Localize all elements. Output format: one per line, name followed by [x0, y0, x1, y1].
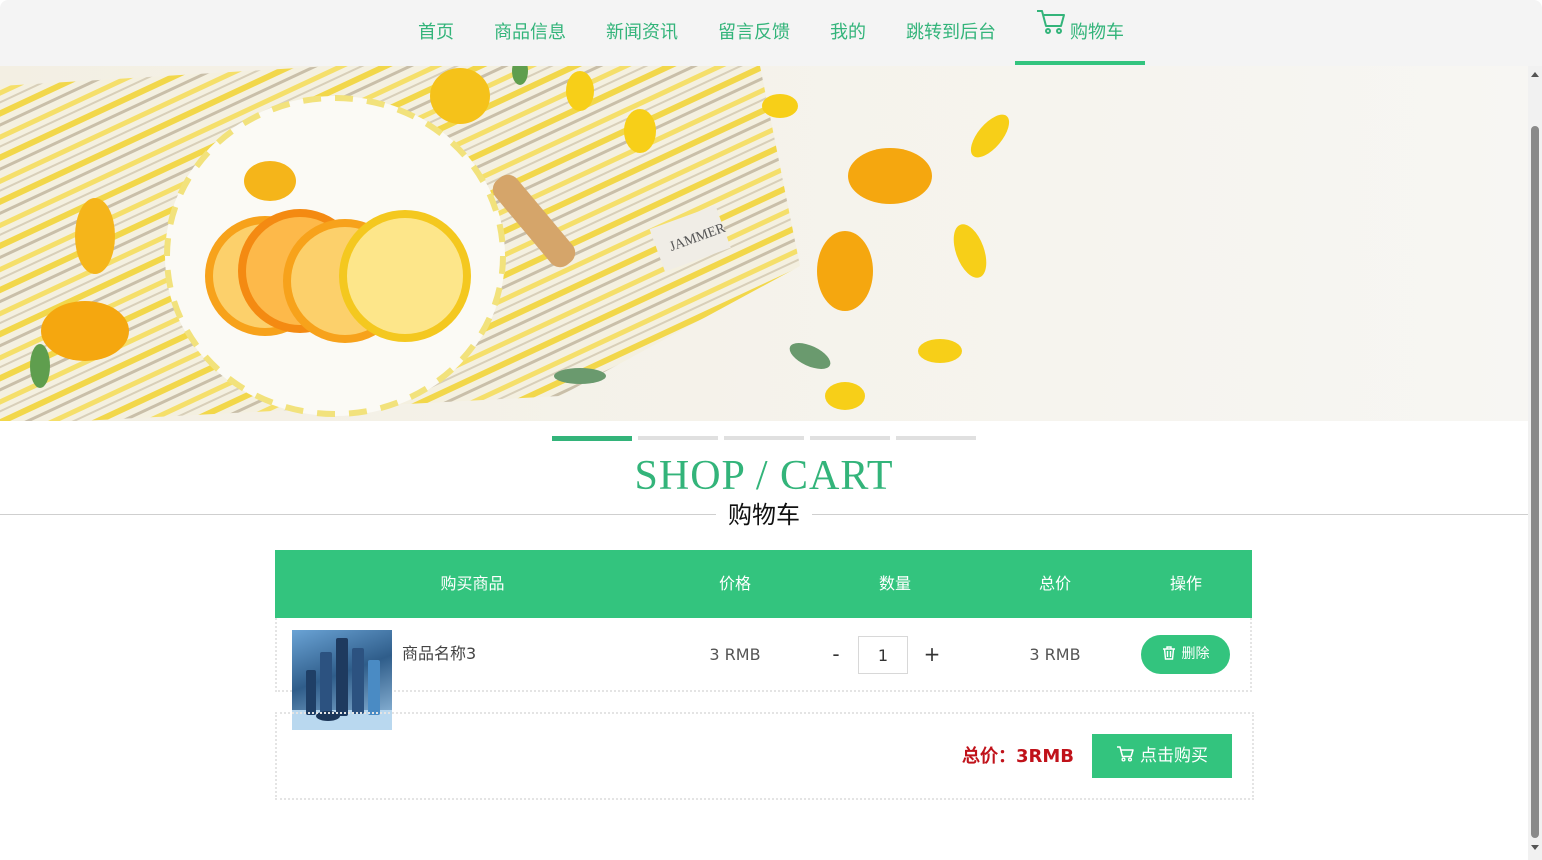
nav-item-cart-label: 购物车 — [1070, 22, 1124, 43]
cart-total: 总价：3RMB — [962, 746, 1075, 767]
nav-item-mine[interactable]: 我的 — [828, 0, 868, 66]
scroll-up-arrow-icon[interactable] — [1531, 72, 1539, 77]
cart-table-header: 购买商品 价格 数量 总价 操作 — [275, 550, 1252, 618]
quantity-decrease-button[interactable]: - — [826, 644, 846, 664]
slide-indicator-4[interactable] — [810, 436, 890, 440]
delete-button[interactable]: 删除 — [1141, 635, 1230, 674]
trash-icon — [1162, 646, 1175, 660]
slide-indicator-3[interactable] — [724, 436, 804, 440]
slide-indicator-5[interactable] — [896, 436, 976, 440]
column-header-product: 购买商品 — [440, 574, 505, 593]
cart-icon — [1036, 0, 1066, 63]
column-header-quantity: 数量 — [878, 574, 911, 593]
page-subtitle: 购物车 — [716, 500, 812, 530]
slide-indicator-2[interactable] — [638, 436, 718, 440]
nav-item-cart[interactable]: 购物车 — [1015, 0, 1145, 65]
column-header-subtotal: 总价 — [1038, 574, 1071, 593]
buy-button[interactable]: 点击购买 — [1092, 734, 1232, 778]
product-price: 3 RMB — [709, 645, 761, 664]
nav-item-admin[interactable]: 跳转到后台 — [904, 0, 998, 66]
page-title: SHOP / CART — [634, 453, 894, 499]
page-scrollbar[interactable] — [1528, 66, 1542, 860]
nav-item-feedback[interactable]: 留言反馈 — [716, 0, 792, 66]
nav-item-products[interactable]: 商品信息 — [492, 0, 568, 66]
buy-button-label: 点击购买 — [1140, 746, 1208, 766]
column-header-action: 操作 — [1169, 574, 1202, 593]
slide-indicator-1[interactable] — [552, 436, 632, 441]
quantity-input[interactable] — [858, 636, 908, 674]
top-nav: 首页 商品信息 新闻资讯 留言反馈 我的 跳转到后台 购物车 — [0, 0, 1542, 66]
column-header-price: 价格 — [718, 574, 751, 593]
nav-item-home[interactable]: 首页 — [416, 0, 456, 66]
product-subtotal: 3 RMB — [1029, 645, 1081, 664]
hero-banner: JAMMER — [0, 66, 1528, 421]
nav-item-news[interactable]: 新闻资讯 — [604, 0, 680, 66]
quantity-increase-button[interactable]: + — [922, 644, 942, 664]
product-name[interactable]: 商品名称3 — [402, 640, 476, 664]
scrollbar-thumb[interactable] — [1531, 126, 1539, 838]
scroll-down-arrow-icon[interactable] — [1531, 845, 1539, 850]
banner-image: JAMMER — [0, 66, 1528, 421]
cart-icon — [1117, 746, 1134, 762]
delete-button-label: 删除 — [1181, 646, 1210, 662]
